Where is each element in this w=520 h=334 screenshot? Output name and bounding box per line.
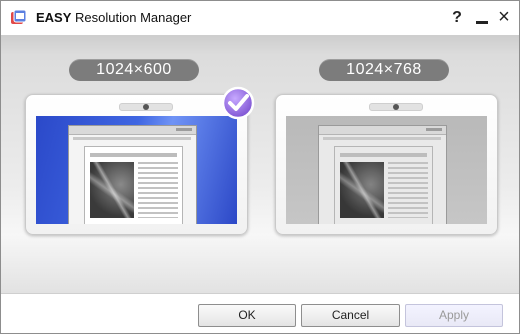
close-button[interactable]: × bbox=[495, 7, 513, 28]
text-lines bbox=[388, 162, 428, 218]
image-thumbnail bbox=[340, 162, 384, 218]
button-bar: OK Cancel Apply bbox=[1, 293, 519, 333]
resolution-label-1024x768: 1024×768 bbox=[319, 59, 449, 81]
webcam-icon bbox=[143, 104, 149, 110]
ok-button[interactable]: OK bbox=[198, 304, 296, 327]
checkmark-badge-icon bbox=[221, 86, 255, 120]
title-text: Resolution Manager bbox=[75, 10, 192, 25]
web-page-preview bbox=[334, 146, 433, 224]
title-brand: EASY bbox=[36, 10, 72, 25]
app-icon bbox=[11, 9, 27, 24]
browser-window-preview bbox=[68, 125, 197, 224]
cancel-button[interactable]: Cancel bbox=[301, 304, 400, 327]
resolution-option-1024x768[interactable] bbox=[275, 94, 498, 235]
window-title: EASY Resolution Manager bbox=[36, 10, 191, 25]
text-lines bbox=[138, 162, 178, 218]
webcam-bar bbox=[369, 103, 423, 111]
help-button[interactable]: ? bbox=[448, 8, 466, 28]
resolution-label-1024x600: 1024×600 bbox=[69, 59, 199, 81]
webcam-icon bbox=[393, 104, 399, 110]
browser-window-preview bbox=[318, 125, 447, 224]
monitor-screen bbox=[286, 116, 487, 224]
webcam-bar bbox=[119, 103, 173, 111]
apply-button[interactable]: Apply bbox=[405, 304, 503, 327]
resolution-manager-window: EASY Resolution Manager ? × 1024×600 102… bbox=[0, 0, 520, 334]
title-bar: EASY Resolution Manager ? × bbox=[1, 1, 519, 35]
resolution-stage: 1024×600 1024×768 bbox=[1, 35, 519, 293]
monitor-screen bbox=[36, 116, 237, 224]
image-thumbnail bbox=[90, 162, 134, 218]
minimize-button[interactable] bbox=[473, 8, 491, 28]
web-page-preview bbox=[84, 146, 183, 224]
resolution-option-1024x600[interactable] bbox=[25, 94, 248, 235]
